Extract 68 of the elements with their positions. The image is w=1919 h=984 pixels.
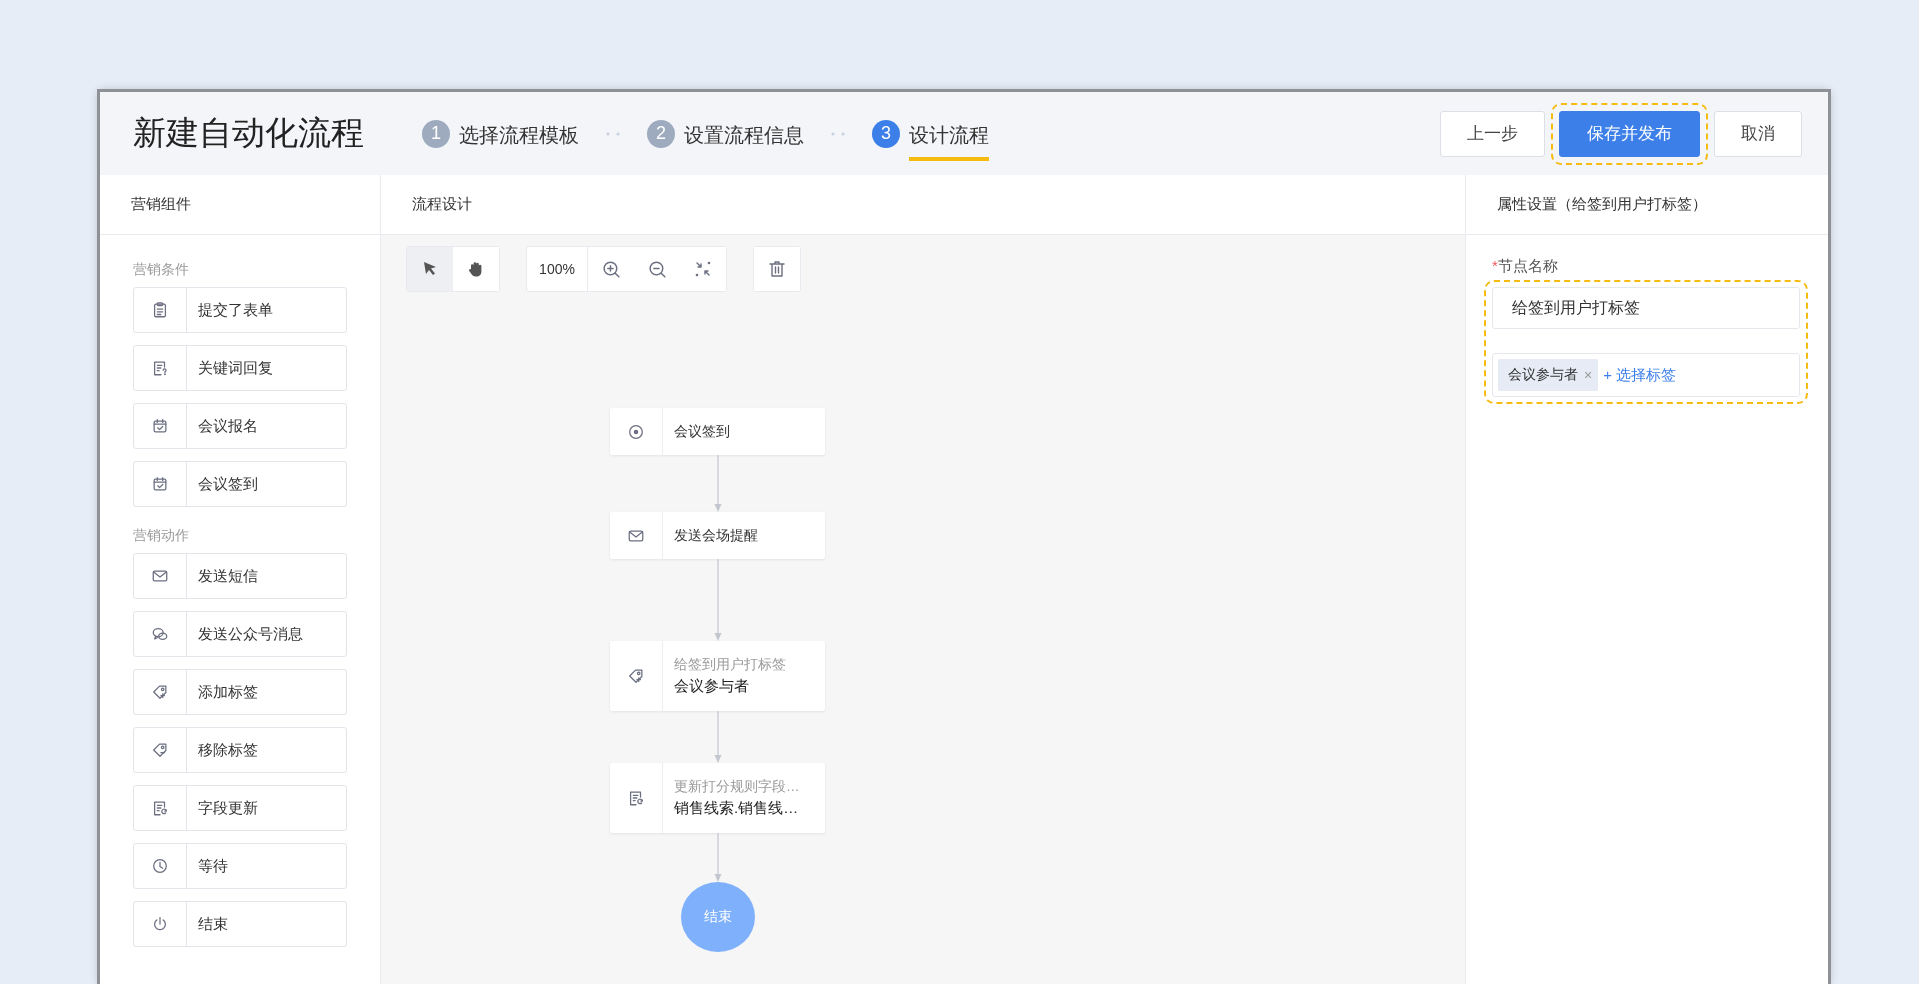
node-label: 会议参与者 xyxy=(674,677,750,696)
clock-icon xyxy=(151,857,169,875)
tag-label: 会议参与者 xyxy=(1508,366,1578,384)
step-number: 1 xyxy=(422,119,450,148)
component-item[interactable]: 字段更新 xyxy=(133,785,347,831)
step-label: 设置流程信息 xyxy=(684,123,804,148)
panel-title: 属性设置（给签到用户打标签） xyxy=(1466,175,1828,235)
secondary-button[interactable]: 取消 xyxy=(1714,110,1802,157)
node-label: 会议签到 xyxy=(674,422,730,441)
flow-node[interactable]: 会议签到 xyxy=(610,408,825,455)
node-label: 销售线索.销售线… xyxy=(674,799,800,818)
doc-question-icon xyxy=(151,359,169,377)
flow-node[interactable]: 更新打分规则字段… 销售线索.销售线… xyxy=(610,763,825,833)
tag-add-icon xyxy=(627,667,645,685)
component-item[interactable]: 添加标签 xyxy=(133,669,347,715)
step-separator xyxy=(605,131,621,136)
trash-icon xyxy=(767,259,787,279)
calendar-icon xyxy=(151,475,169,493)
node-label: 发送会场提醒 xyxy=(674,526,758,545)
connector-arrow xyxy=(714,455,721,512)
delete-button[interactable] xyxy=(754,247,800,291)
page-title: 新建自动化流程 xyxy=(133,113,364,153)
panel-title: 营销组件 xyxy=(100,175,380,235)
power-icon xyxy=(151,915,169,933)
doc-refresh-icon xyxy=(627,789,645,807)
group-title: 营销条件 xyxy=(133,261,190,279)
zoom-out-icon xyxy=(646,258,668,280)
primary-button[interactable]: 保存并发布 xyxy=(1559,110,1700,157)
node-caption: 更新打分规则字段… xyxy=(674,778,800,796)
component-item[interactable]: 会议报名 xyxy=(133,403,347,449)
required-mark: * xyxy=(1492,257,1498,274)
field-label: 节点名称 xyxy=(1497,257,1558,274)
step-label: 设计流程 xyxy=(909,118,989,161)
component-item[interactable]: 提交了表单 xyxy=(133,287,347,333)
step-separator xyxy=(830,131,846,136)
tag-add-icon xyxy=(151,683,169,701)
component-item[interactable]: 关键词回复 xyxy=(133,345,347,391)
component-item[interactable]: 发送公众号消息 xyxy=(133,611,347,657)
doc-refresh-icon xyxy=(151,799,169,817)
select-tag-link[interactable]: + 选择标签 xyxy=(1603,365,1677,385)
chat-icon xyxy=(151,625,169,643)
secondary-button[interactable]: 上一步 xyxy=(1440,110,1545,157)
wizard-step[interactable]: 1 选择流程模板 xyxy=(422,110,579,157)
zoom-in-icon xyxy=(600,258,622,280)
component-item[interactable]: 结束 xyxy=(133,901,347,947)
component-item[interactable]: 等待 xyxy=(133,843,347,889)
tag-remove-icon xyxy=(151,741,169,759)
group-title: 营销动作 xyxy=(133,527,190,545)
step-number: 2 xyxy=(647,119,675,148)
flow-node[interactable]: 给签到用户打标签 会议参与者 xyxy=(610,641,825,711)
mail-icon xyxy=(151,567,169,585)
component-item[interactable]: 会议签到 xyxy=(133,461,347,507)
wizard-step[interactable]: 2 设置流程信息 xyxy=(647,110,804,157)
pointer-tool[interactable] xyxy=(407,247,453,291)
tag-field[interactable]: 会议参与者 × + 选择标签 xyxy=(1492,353,1800,397)
node-name-field[interactable]: 给签到用户打标签 xyxy=(1492,287,1800,329)
clipboard-icon xyxy=(151,301,169,319)
step-number: 3 xyxy=(872,119,900,148)
step-label: 选择流程模板 xyxy=(459,123,579,148)
calendar-icon xyxy=(151,417,169,435)
shrink-icon xyxy=(693,259,713,279)
component-item[interactable]: 发送短信 xyxy=(133,553,347,599)
connector-arrow xyxy=(714,833,721,882)
node-caption: 给签到用户打标签 xyxy=(674,656,786,674)
connector-arrow xyxy=(714,711,721,763)
flow-node[interactable]: 发送会场提醒 xyxy=(610,512,825,559)
target-icon xyxy=(627,422,645,441)
component-item[interactable]: 移除标签 xyxy=(133,727,347,773)
